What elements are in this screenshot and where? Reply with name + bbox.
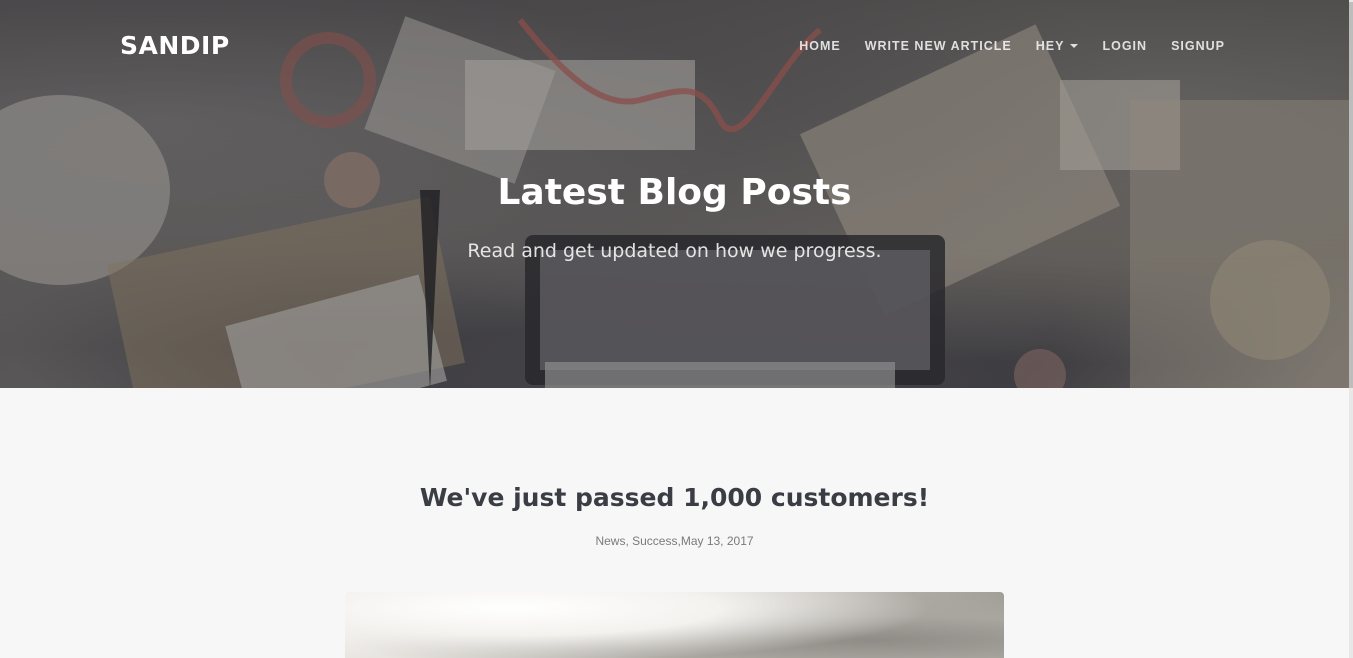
- main-nav: HOME WRITE NEW ARTICLE HEY LOGIN SIGNUP: [799, 39, 1225, 53]
- post-category-success[interactable]: Success: [632, 534, 677, 548]
- post-date: May 13, 2017: [680, 534, 754, 548]
- nav-hey-label: HEY: [1035, 39, 1065, 53]
- nav-hey-dropdown[interactable]: HEY: [1036, 39, 1079, 53]
- scrollbar-thumb[interactable]: [1349, 2, 1353, 388]
- post-title[interactable]: We've just passed 1,000 customers!: [0, 483, 1349, 512]
- nav-home[interactable]: HOME: [799, 39, 841, 53]
- page: SANDIP HOME WRITE NEW ARTICLE HEY LOGIN …: [0, 0, 1353, 658]
- post-category-news[interactable]: News: [595, 534, 625, 548]
- hero-header: SANDIP HOME WRITE NEW ARTICLE HEY LOGIN …: [0, 0, 1349, 388]
- nav-signup[interactable]: SIGNUP: [1171, 39, 1225, 53]
- post-meta: News, Success,May 13, 2017: [0, 534, 1349, 548]
- vertical-scrollbar[interactable]: [1349, 0, 1353, 658]
- page-title: Latest Blog Posts: [497, 172, 852, 213]
- page-subtitle: Read and get updated on how we progress.: [467, 240, 882, 262]
- nav-write-new-article[interactable]: WRITE NEW ARTICLE: [865, 39, 1012, 53]
- post-featured-image[interactable]: [345, 592, 1004, 658]
- nav-login[interactable]: LOGIN: [1102, 39, 1147, 53]
- brand-logo[interactable]: SANDIP: [120, 31, 230, 60]
- caret-down-icon: [1070, 44, 1079, 48]
